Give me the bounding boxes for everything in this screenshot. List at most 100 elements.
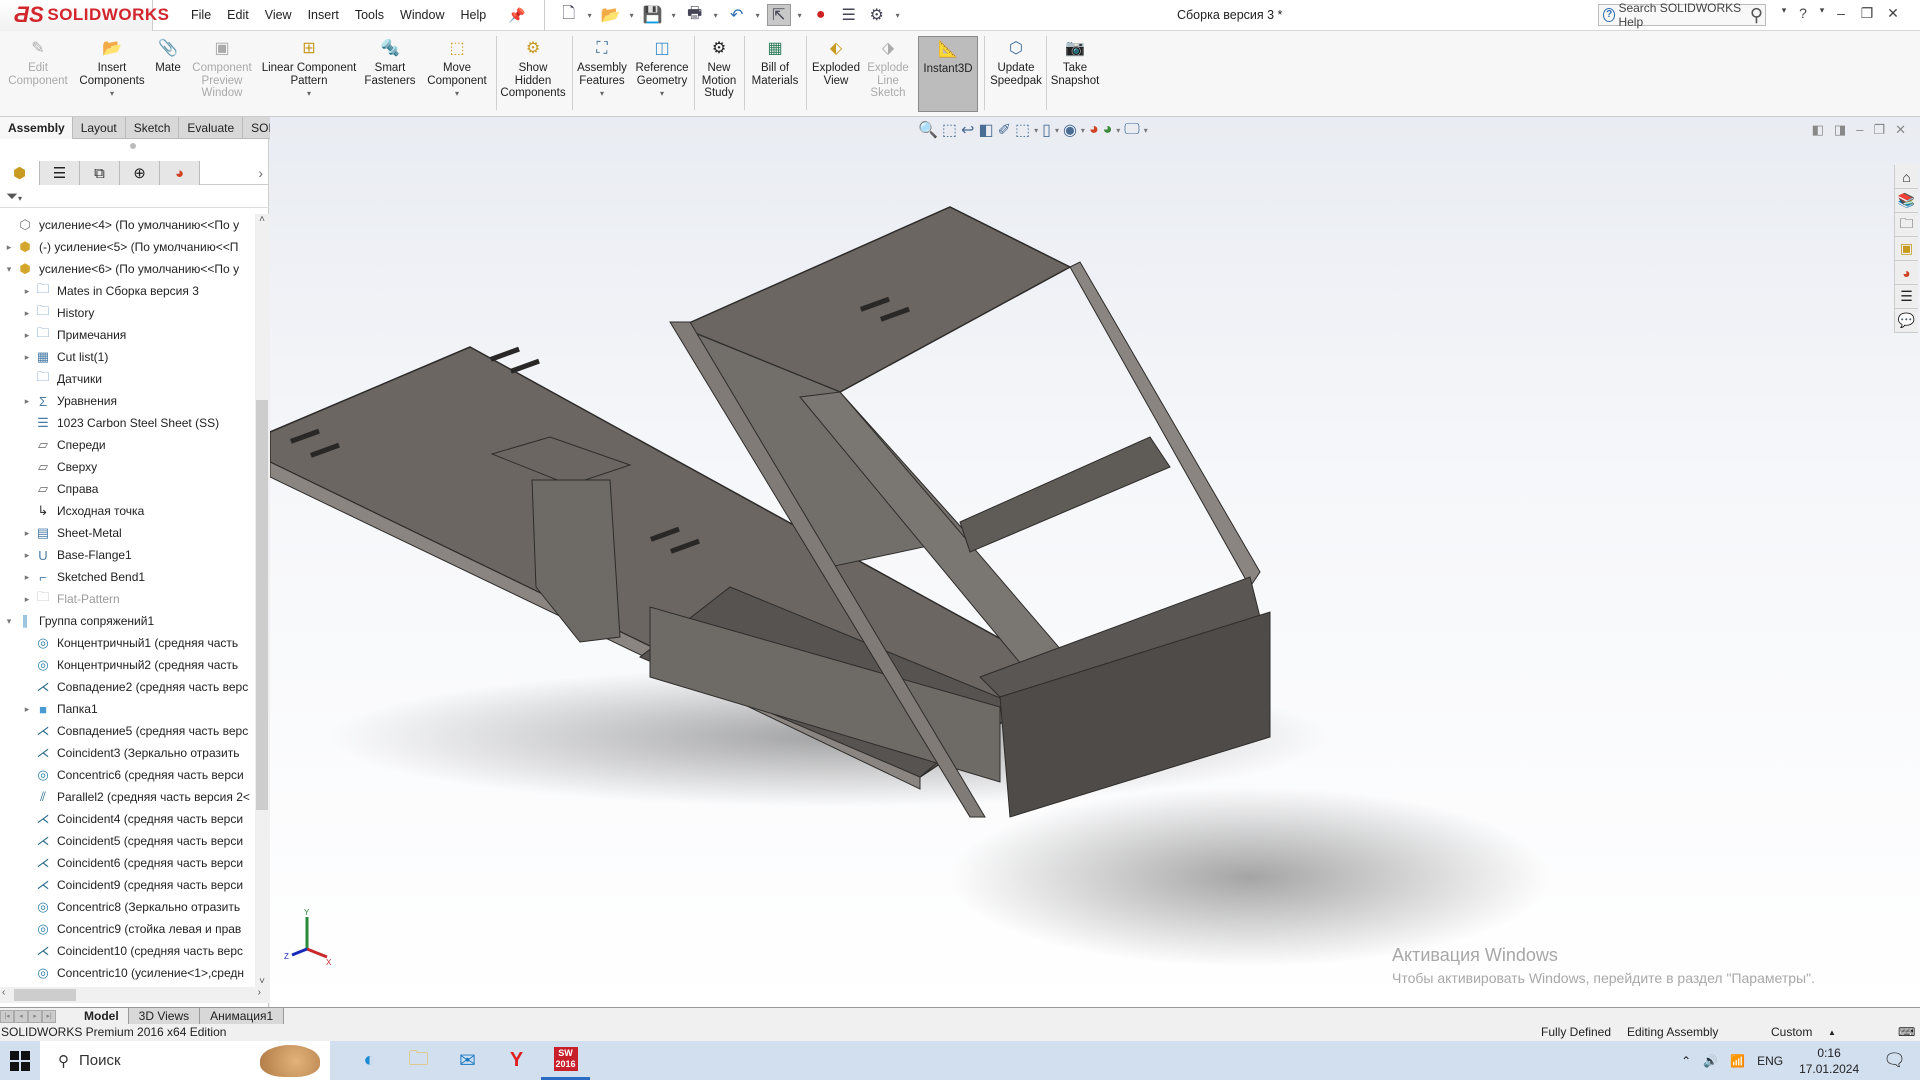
tab-layout[interactable]: Layout xyxy=(71,117,126,139)
tree-item[interactable]: ⋌ Coincident3 (Зеркально отразить xyxy=(0,742,255,764)
units-selector[interactable]: Custom xyxy=(1771,1024,1812,1041)
help-search-input[interactable]: ? Search SOLIDWORKS Help ⚲ xyxy=(1598,1,1766,29)
tree-item[interactable]: ▱ Спереди xyxy=(0,434,255,456)
graphics-area[interactable]: 🔍 ⬚ ↩ ◧ ✐ ⬚ ▾ ▯ ▾ ◉ ▾ ◕ ◕ ▾ 🖵 ▾ ◧ ◨ – ❐ ✕ xyxy=(270,117,1920,1007)
options-icon[interactable]: ⚙ xyxy=(865,4,889,26)
select-icon[interactable]: ⇱ xyxy=(766,4,791,26)
scroll-down-icon[interactable]: ˅ xyxy=(255,976,269,987)
view-palette-icon[interactable]: ▣ xyxy=(1895,237,1918,261)
restore-button[interactable]: ❐ xyxy=(1854,5,1880,22)
tree-item[interactable]: ⫽ Parallel2 (средняя часть версия 2< xyxy=(0,786,255,808)
minimize-button[interactable]: – xyxy=(1828,5,1854,22)
explode-line-sketch-button[interactable]: ⬗ Explode Line Sketch xyxy=(866,39,910,100)
solidworks-resources-icon[interactable]: ⌂ xyxy=(1895,165,1918,189)
tree-item[interactable]: ⋌ Coincident6 (средняя часть верси xyxy=(0,852,255,874)
more-tabs-chevron-icon[interactable]: › xyxy=(258,165,263,181)
show-hidden-components-button[interactable]: ⚙ Show Hidden Components xyxy=(500,39,566,100)
assembly-features-button[interactable]: ⛶ Assembly Features ▾ xyxy=(576,39,628,101)
appearances-icon[interactable]: ◕ xyxy=(1895,261,1918,285)
tree-item[interactable]: ◎ Концентричный2 (средняя часть xyxy=(0,654,255,676)
tree-item[interactable]: ⋌ Coincident10 (средняя часть верс xyxy=(0,940,255,962)
expand-toggle-icon[interactable]: ▸ xyxy=(20,396,34,407)
bill-of-materials-button[interactable]: ▦ Bill of Materials xyxy=(748,39,802,87)
tree-item[interactable]: ☰ 1023 Carbon Steel Sheet (SS) xyxy=(0,412,255,434)
panel-grip[interactable] xyxy=(130,143,136,149)
help-dropdown[interactable]: ▾ xyxy=(1816,5,1828,22)
tree-item[interactable]: ▱ Справа xyxy=(0,478,255,500)
tree-item[interactable]: ⋌ Coincident5 (средняя часть верси xyxy=(0,830,255,852)
tree-item[interactable]: ▸ 🗀 Mates in Сборка версия 3 xyxy=(0,280,255,302)
component-preview-button[interactable]: ▣ Component Preview Window xyxy=(188,39,256,100)
notifications-icon[interactable]: 🗨 xyxy=(1869,1050,1920,1071)
tree-item[interactable]: ⋌ Совпадение2 (средняя часть верс xyxy=(0,676,255,698)
expand-toggle-icon[interactable]: ▸ xyxy=(20,330,34,341)
menu-insert[interactable]: Insert xyxy=(300,8,347,22)
expand-toggle-icon[interactable]: ▸ xyxy=(20,352,34,363)
tree-item[interactable]: ▸ ■ Папка1 xyxy=(0,698,255,720)
options-dropdown[interactable]: ▾ xyxy=(893,11,903,20)
hscroll-thumb[interactable] xyxy=(14,989,76,1001)
filter-icon[interactable]: ⏷▾ xyxy=(0,186,269,208)
mate-button[interactable]: 📎 Mate xyxy=(152,39,184,75)
start-button[interactable] xyxy=(10,1051,30,1071)
tree-item[interactable]: 🗀 Датчики xyxy=(0,368,255,390)
menu-help[interactable]: Help xyxy=(453,8,495,22)
assembly-model[interactable] xyxy=(270,117,1920,1007)
new-motion-study-button[interactable]: ⚙ New Motion Study xyxy=(698,39,740,100)
tree-item[interactable]: ▸ ▤ Sheet-Metal xyxy=(0,522,255,544)
solidworks-taskbar-icon[interactable]: SW 2016 xyxy=(541,1041,590,1080)
rebuild-icon[interactable]: ● xyxy=(809,4,833,26)
save-dropdown[interactable]: ▾ xyxy=(669,11,679,20)
scroll-left-icon[interactable]: ‹ xyxy=(2,987,5,998)
smart-fasteners-button[interactable]: 🔩 Smart Fasteners xyxy=(362,39,418,87)
scroll-up-icon[interactable]: ˄ xyxy=(255,214,269,225)
expand-toggle-icon[interactable]: ▸ xyxy=(20,528,34,539)
search-icon[interactable]: ⚲ xyxy=(1750,5,1765,26)
expand-toggle-icon[interactable]: ▸ xyxy=(2,242,16,253)
next-tab-icon[interactable]: ▸ xyxy=(28,1009,42,1023)
search-dropdown[interactable]: ▾ xyxy=(1778,5,1790,22)
tab-3d-views[interactable]: 3D Views xyxy=(127,1007,201,1025)
tree-item[interactable]: ⋌ Coincident9 (средняя часть верси xyxy=(0,874,255,896)
print-dropdown[interactable]: ▾ xyxy=(711,11,721,20)
yandex-browser-icon[interactable]: Y xyxy=(492,1041,541,1080)
prev-tab-icon[interactable]: ◂ xyxy=(14,1009,28,1023)
tree-item[interactable]: ◎ Concentric10 (усиление<1>,средн xyxy=(0,962,255,984)
scroll-right-icon[interactable]: › xyxy=(258,987,261,998)
file-explorer-icon[interactable]: 🗀 xyxy=(394,1041,443,1080)
configurationmanager-tab[interactable]: ⧉ xyxy=(80,161,120,185)
tree-item[interactable]: ▱ Сверху xyxy=(0,456,255,478)
tree-item[interactable]: ◎ Концентричный1 (средняя часть xyxy=(0,632,255,654)
new-dropdown[interactable]: ▾ xyxy=(585,11,595,20)
close-button[interactable]: ✕ xyxy=(1880,5,1906,22)
tab-evaluate[interactable]: Evaluate xyxy=(178,117,244,139)
dimxpert-tab[interactable]: ⊕ xyxy=(120,161,160,185)
custom-properties-icon[interactable]: ☰ xyxy=(1895,285,1918,309)
update-speedpak-button[interactable]: ⬡ Update Speedpak xyxy=(988,39,1044,87)
expand-toggle-icon[interactable]: ▸ xyxy=(20,572,34,583)
tab-animation[interactable]: Анимация1 xyxy=(199,1007,285,1025)
tree-item[interactable]: ⋌ Совпадение5 (средняя часть верс xyxy=(0,720,255,742)
reference-geometry-button[interactable]: ◫ Reference Geometry ▾ xyxy=(634,39,690,101)
tree-horizontal-scrollbar[interactable]: ‹ › xyxy=(0,987,269,1003)
volume-icon[interactable]: 🔊 xyxy=(1697,1054,1724,1068)
taskbar-search[interactable]: ⚲ Поиск xyxy=(40,1041,330,1080)
tree-item[interactable]: ◎ Concentric9 (стойка левая и прав xyxy=(0,918,255,940)
menu-edit[interactable]: Edit xyxy=(219,8,257,22)
expand-toggle-icon[interactable]: ▾ xyxy=(2,616,16,627)
tree-item[interactable]: ◎ Concentric8 (Зеркально отразить xyxy=(0,896,255,918)
tree-item[interactable]: ↳ Исходная точка xyxy=(0,500,255,522)
file-properties-icon[interactable]: ☰ xyxy=(837,4,861,26)
tree-item[interactable]: ▾ ⬢ усиление<6> (По умолчанию<<По у xyxy=(0,258,255,280)
scroll-thumb[interactable] xyxy=(256,400,268,810)
print-icon[interactable]: 🖶 xyxy=(683,4,707,26)
tree-item[interactable]: ◎ Concentric6 (средняя часть верси xyxy=(0,764,255,786)
tab-model[interactable]: Model xyxy=(74,1007,129,1025)
select-dropdown[interactable]: ▾ xyxy=(795,11,805,20)
undo-dropdown[interactable]: ▾ xyxy=(753,11,763,20)
tree-item[interactable]: ▸ U Base-Flange1 xyxy=(0,544,255,566)
forum-icon[interactable]: 💬 xyxy=(1895,309,1918,333)
solidworks-logo[interactable]: ƋS SOLIDWORKS xyxy=(0,0,169,31)
tree-item[interactable]: ▸ ▦ Cut list(1) xyxy=(0,346,255,368)
tree-item[interactable]: ▸ 🗀 Flat-Pattern xyxy=(0,588,255,610)
